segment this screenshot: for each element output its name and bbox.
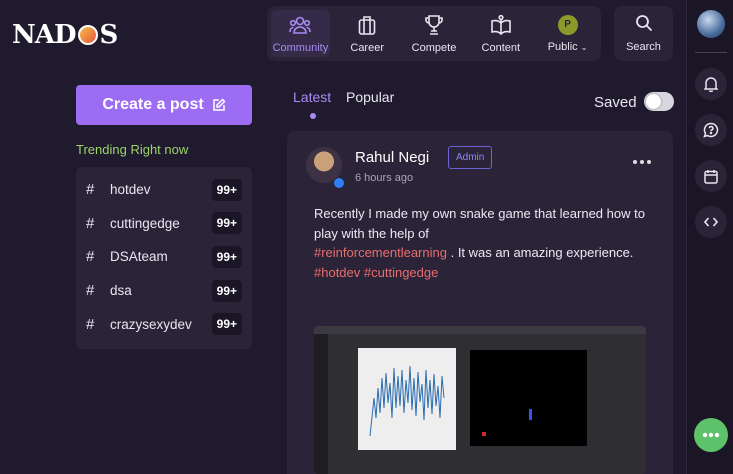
edit-icon bbox=[212, 98, 226, 111]
chat-icon bbox=[702, 432, 720, 438]
nav-career-label: Career bbox=[350, 41, 384, 54]
logo-text-left: NAD bbox=[12, 20, 76, 50]
saved-toggle[interactable] bbox=[644, 92, 674, 111]
hashtag-link[interactable]: #reinforcementlearning bbox=[314, 245, 447, 260]
trending-item[interactable]: # hotdev 99+ bbox=[76, 173, 252, 207]
verified-icon bbox=[333, 177, 345, 189]
hash-icon: # bbox=[86, 282, 95, 300]
nav-content-label: Content bbox=[481, 41, 521, 54]
search-icon bbox=[635, 14, 653, 35]
chat-button[interactable] bbox=[694, 418, 728, 452]
nav-compete-label: Compete bbox=[411, 41, 457, 54]
trophy-icon bbox=[423, 14, 445, 36]
chevron-down-icon: ⌄ bbox=[580, 42, 588, 52]
post-text-2: . It was an amazing experience. bbox=[450, 245, 634, 260]
trending-title: Trending Right now bbox=[76, 142, 189, 157]
nav-career[interactable]: Career bbox=[334, 6, 401, 61]
calendar-button[interactable] bbox=[695, 160, 727, 192]
nav-public-label: Public ⌄ bbox=[547, 40, 588, 53]
question-chat-icon bbox=[703, 122, 719, 138]
code-button[interactable] bbox=[695, 206, 727, 238]
hashtag-link[interactable]: #hotdev bbox=[314, 265, 360, 280]
nav-community-label: Community bbox=[272, 41, 329, 54]
book-icon bbox=[490, 14, 512, 36]
create-post-button[interactable]: Create a post bbox=[76, 85, 252, 125]
admin-badge: Admin bbox=[448, 146, 493, 169]
trending-tag-name: hotdev bbox=[110, 182, 151, 198]
community-icon bbox=[289, 14, 312, 36]
trending-item[interactable]: # cuttingedge 99+ bbox=[76, 207, 252, 241]
trending-tag-name: dsa bbox=[110, 283, 132, 299]
code-icon bbox=[704, 217, 718, 227]
trending-item[interactable]: # crazysexydev 99+ bbox=[76, 307, 252, 341]
post-body: Recently I made my own snake game that l… bbox=[314, 204, 654, 282]
hash-icon: # bbox=[86, 315, 95, 333]
notifications-button[interactable] bbox=[695, 68, 727, 100]
trending-count: 99+ bbox=[211, 245, 242, 268]
calendar-icon bbox=[704, 169, 718, 184]
planet-icon bbox=[77, 25, 98, 45]
hash-icon: # bbox=[86, 214, 95, 232]
help-button[interactable] bbox=[695, 114, 727, 146]
post-text-1: Recently I made my own snake game that l… bbox=[314, 206, 645, 241]
nav-public[interactable]: P Public ⌄ bbox=[534, 6, 601, 61]
trending-count: 99+ bbox=[211, 212, 242, 235]
trending-tag-name: DSAteam bbox=[110, 249, 168, 265]
post-time: 6 hours ago bbox=[355, 172, 414, 184]
author-name[interactable]: Rahul Negi bbox=[355, 149, 429, 166]
trending-list: # hotdev 99+ # cuttingedge 99+ # DSAteam… bbox=[76, 167, 252, 349]
hash-icon: # bbox=[86, 248, 95, 266]
nados-logo[interactable]: NAD S bbox=[12, 20, 119, 50]
trending-tag-name: crazysexydev bbox=[110, 316, 192, 332]
trending-count: 99+ bbox=[211, 279, 242, 302]
right-rail bbox=[686, 0, 733, 474]
saved-label: Saved bbox=[594, 94, 637, 111]
bell-icon bbox=[704, 77, 718, 92]
trending-count: 99+ bbox=[211, 313, 242, 336]
trending-count: 99+ bbox=[211, 178, 242, 201]
trending-tag-name: cuttingedge bbox=[110, 215, 180, 231]
avatar: P bbox=[557, 14, 578, 35]
briefcase-icon bbox=[356, 14, 378, 36]
hashtag-link[interactable]: #cuttingedge bbox=[364, 265, 438, 280]
nav-content[interactable]: Content bbox=[467, 6, 534, 61]
trending-item[interactable]: # DSAteam 99+ bbox=[76, 240, 252, 274]
post-image[interactable] bbox=[314, 326, 646, 474]
nav-community[interactable]: Community bbox=[267, 6, 334, 61]
user-avatar[interactable] bbox=[697, 10, 725, 38]
tab-latest[interactable]: Latest bbox=[293, 89, 331, 105]
top-navigation: Community Career Compete Content P Publi… bbox=[267, 6, 601, 61]
post-card: Rahul Negi Admin 6 hours ago Recently I … bbox=[287, 131, 673, 474]
more-options-icon[interactable] bbox=[633, 160, 651, 164]
hash-icon: # bbox=[86, 181, 95, 199]
search-label: Search bbox=[626, 41, 661, 53]
tab-popular[interactable]: Popular bbox=[346, 89, 394, 105]
search-button[interactable]: Search bbox=[614, 6, 673, 61]
create-post-label: Create a post bbox=[102, 96, 204, 113]
logo-text-right: S bbox=[99, 20, 119, 50]
nav-compete[interactable]: Compete bbox=[401, 6, 468, 61]
active-tab-indicator bbox=[310, 113, 316, 119]
divider bbox=[695, 52, 727, 53]
trending-item[interactable]: # dsa 99+ bbox=[76, 274, 252, 308]
